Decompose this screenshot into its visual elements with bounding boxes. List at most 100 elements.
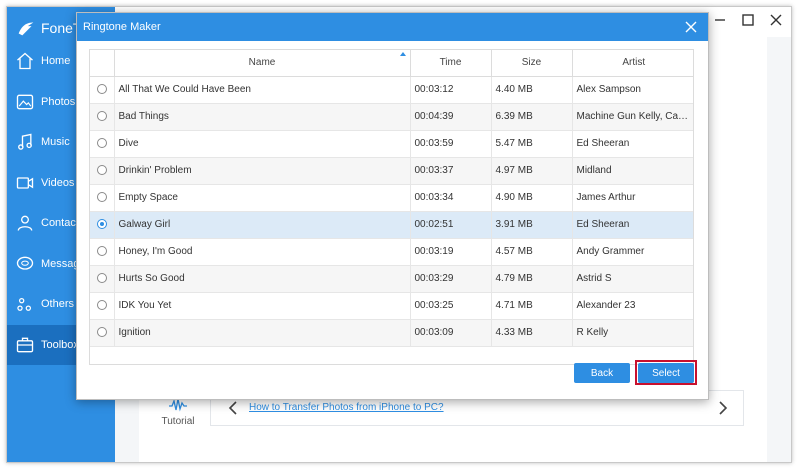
chevron-left-icon[interactable] [225,399,243,417]
select-button[interactable]: Select [638,363,694,383]
row-radio-cell[interactable] [90,184,115,212]
home-icon [17,52,33,70]
cell-name: Honey, I'm Good [114,238,411,266]
table-row[interactable]: Drinkin' Problem 00:03:37 4.97 MB Midland [90,157,693,185]
cell-size: 4.33 MB [491,319,573,347]
sidebar-item-label: Music [41,136,70,149]
column-header-size[interactable]: Size [491,50,573,77]
row-radio-button[interactable] [96,111,107,122]
cell-size: 5.47 MB [491,130,573,158]
videos-icon [16,177,34,189]
row-radio-cell[interactable] [90,265,115,293]
close-window-icon[interactable] [769,13,783,27]
cell-artist: James Arthur [572,184,693,212]
cell-size: 3.91 MB [491,211,573,239]
sidebar-item-label: Toolbox [41,338,79,351]
cell-size: 4.90 MB [491,184,573,212]
table-header: Name Time Size Artist [90,50,693,77]
others-icon [17,298,32,312]
row-radio-button[interactable] [96,246,107,257]
cell-name: Ignition [114,319,411,347]
cell-size: 4.79 MB [491,265,573,293]
row-radio-cell[interactable] [90,130,115,158]
tutorial-section[interactable]: Tutorial [158,398,198,427]
column-header-artist[interactable]: Artist [572,50,693,77]
table-row[interactable]: Empty Space 00:03:34 4.90 MB James Arthur [90,184,693,212]
table-row[interactable]: Dive 00:03:59 5.47 MB Ed Sheeran [90,130,693,158]
table-row[interactable]: Bad Things 00:04:39 6.39 MB Machine Gun Kel… [90,103,693,131]
maximize-icon[interactable] [741,13,755,27]
cell-size: 4.71 MB [491,292,573,320]
cell-time: 00:03:34 [410,184,492,212]
column-header-name[interactable]: Name [114,50,411,77]
back-button[interactable]: Back [574,363,630,383]
sidebar-item-label: Videos [41,176,75,189]
row-radio-button[interactable] [96,84,107,95]
cell-time: 00:03:59 [410,130,492,158]
messages-icon [16,256,34,270]
table-row[interactable]: Hurts So Good 00:03:29 4.79 MB Astrid S [90,265,693,293]
row-radio-button[interactable] [96,138,107,149]
cell-size: 6.39 MB [491,103,573,131]
row-radio-cell[interactable] [90,211,115,239]
cell-artist: Alex Sampson [572,76,693,104]
logo-icon [18,22,34,36]
table-body: All That We Could Have Been 00:03:12 4.40 … [90,76,693,347]
row-radio-cell[interactable] [90,157,115,185]
window-controls [713,13,783,27]
cell-artist: Andy Grammer [572,238,693,266]
cell-time: 00:03:09 [410,319,492,347]
row-radio-button[interactable] [96,192,107,203]
cell-time: 00:02:51 [410,211,492,239]
table-row[interactable]: Honey, I'm Good 00:03:19 4.57 MB Andy Gramm… [90,238,693,266]
cell-artist: Machine Gun Kelly, Camila C... [572,103,693,131]
cell-artist: Alexander 23 [572,292,693,320]
cell-time: 00:03:12 [410,76,492,104]
cell-name: Drinkin' Problem [114,157,411,185]
sidebar-item-label: Photos [41,95,76,108]
row-radio-cell[interactable] [90,319,115,347]
cell-artist: Ed Sheeran [572,130,693,158]
row-radio-button[interactable] [96,165,107,176]
cell-name: Dive [114,130,411,158]
sidebar-item-label: Home [41,55,71,68]
sort-asc-icon [399,52,406,56]
close-icon[interactable] [684,20,698,34]
row-radio-button[interactable] [96,300,107,311]
tutorial-label: Tutorial [161,416,195,427]
music-icon [18,133,32,150]
cell-name: All That We Could Have Been [114,76,411,104]
cell-size: 4.97 MB [491,157,573,185]
contacts-icon [17,215,33,231]
row-radio-cell[interactable] [90,103,115,131]
table-row[interactable]: Ignition 00:03:09 4.33 MB R Kelly [90,319,693,347]
cell-time: 00:03:25 [410,292,492,320]
chevron-right-icon[interactable] [713,399,731,417]
minimize-icon[interactable] [713,13,727,27]
cell-size: 4.40 MB [491,76,573,104]
cell-artist: R Kelly [572,319,693,347]
dialog-title-bar: Ringtone Maker [77,13,708,41]
row-radio-cell[interactable] [90,76,115,104]
column-header-time[interactable]: Time [410,50,492,77]
cell-time: 00:04:39 [410,103,492,131]
row-radio-button[interactable] [96,219,107,230]
cell-artist: Astrid S [572,265,693,293]
ringtone-maker-dialog: Ringtone Maker Name Time Size Artist All… [76,12,709,400]
row-radio-button[interactable] [96,327,107,338]
table-row[interactable]: IDK You Yet 00:03:25 4.71 MB Alexander 23 [90,292,693,320]
row-radio-cell[interactable] [90,238,115,266]
cell-name: Empty Space [114,184,411,212]
table-row[interactable]: All That We Could Have Been 00:03:12 4.40 … [90,76,693,104]
cell-artist: Ed Sheeran [572,211,693,239]
cell-time: 00:03:37 [410,157,492,185]
song-table: Name Time Size Artist All That We Could … [89,49,694,365]
row-radio-button[interactable] [96,273,107,284]
toolbox-icon [16,337,34,353]
cell-name: Hurts So Good [114,265,411,293]
table-row[interactable]: Galway Girl 00:02:51 3.91 MB Ed Sheeran [90,211,693,239]
row-radio-cell[interactable] [90,292,115,320]
cell-name: Galway Girl [114,211,411,239]
tutorial-link[interactable]: How to Transfer Photos from iPhone to PC… [249,402,444,413]
cell-time: 00:03:29 [410,265,492,293]
